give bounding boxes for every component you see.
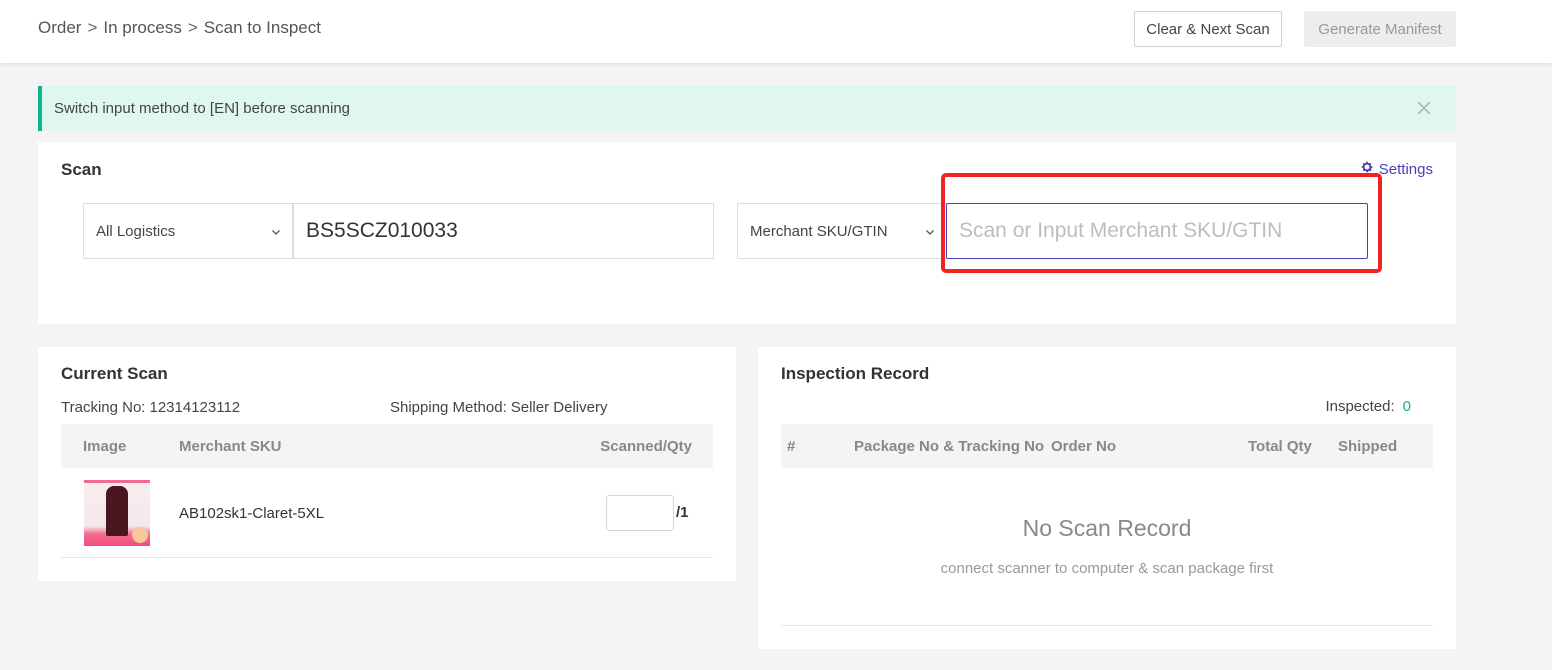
sku-type-select-value: Merchant SKU/GTIN xyxy=(750,222,888,240)
tracking-value: 12314123112 xyxy=(149,399,241,416)
breadcrumb-order[interactable]: Order xyxy=(38,18,81,38)
shipping-value: Seller Delivery xyxy=(510,399,608,416)
breadcrumb: Order > In process > Scan to Inspect xyxy=(38,18,321,38)
scan-card: Scan Settings All Logistics Merchant SKU… xyxy=(38,142,1456,324)
input-method-alert: Switch input method to [EN] before scann… xyxy=(38,86,1456,131)
inspected-counter: Inspected: 0 xyxy=(1325,398,1411,415)
column-index: # xyxy=(787,438,796,455)
close-icon[interactable] xyxy=(1414,98,1434,118)
breadcrumb-scan-to-inspect: Scan to Inspect xyxy=(203,18,321,37)
merchant-sku-input[interactable] xyxy=(946,203,1368,259)
inspection-record-title: Inspection Record xyxy=(781,364,930,383)
sku-type-select[interactable]: Merchant SKU/GTIN xyxy=(737,203,947,259)
column-image: Image xyxy=(83,438,127,455)
current-scan-table-header: Image Merchant SKU Scanned/Qty xyxy=(61,424,713,468)
empty-state-subtitle: connect scanner to computer & scan packa… xyxy=(940,560,1274,577)
tracking-number-input[interactable] xyxy=(293,203,714,259)
current-scan-card: Current Scan Tracking No: 12314123112 Shi… xyxy=(38,347,736,581)
row-total-qty: /1 xyxy=(676,504,689,521)
logistics-select-value: All Logistics xyxy=(96,222,176,240)
column-scanned-qty: Scanned/Qty xyxy=(600,438,692,455)
shipping-label: Shipping Method: xyxy=(390,399,507,416)
breadcrumb-separator: > xyxy=(187,18,198,37)
settings-label: Settings xyxy=(1378,160,1433,178)
tracking-info: Tracking No: 12314123112 xyxy=(61,399,240,416)
alert-message: Switch input method to [EN] before scann… xyxy=(54,100,351,117)
column-merchant-sku: Merchant SKU xyxy=(179,438,282,455)
column-shipped: Shipped xyxy=(1338,438,1398,455)
column-total-qty: Total Qty xyxy=(1248,438,1312,455)
empty-state-title: No Scan Record xyxy=(1022,515,1192,541)
current-scan-title: Current Scan xyxy=(61,364,168,383)
product-thumbnail xyxy=(84,480,150,546)
scan-title: Scan xyxy=(61,160,102,179)
chevron-down-icon xyxy=(270,225,282,237)
breadcrumb-in-process[interactable]: In process xyxy=(103,18,181,38)
inspection-table-header: # Package No & Tracking No Order No Tota… xyxy=(781,424,1433,468)
table-row: AB102sk1-Claret-5XL /1 xyxy=(61,468,713,558)
shipping-info: Shipping Method: Seller Delivery xyxy=(390,399,607,416)
column-order-no: Order No xyxy=(1051,438,1117,455)
tracking-label: Tracking No: xyxy=(61,399,146,416)
scanned-quantity-input[interactable] xyxy=(606,495,674,531)
inspected-count: 0 xyxy=(1402,398,1411,415)
row-merchant-sku: AB102sk1-Claret-5XL xyxy=(179,505,325,522)
top-bar: Order > In process > Scan to Inspect Cle… xyxy=(0,0,1552,63)
column-package-tracking: Package No & Tracking No xyxy=(854,438,1045,455)
inspection-record-card: Inspection Record Inspected: 0 # Package … xyxy=(758,347,1456,649)
divider xyxy=(781,625,1433,626)
breadcrumb-separator: > xyxy=(87,18,98,37)
settings-link[interactable]: Settings xyxy=(1360,160,1433,178)
logistics-select[interactable]: All Logistics xyxy=(83,203,293,259)
chevron-down-icon xyxy=(924,225,936,237)
generate-manifest-button[interactable]: Generate Manifest xyxy=(1304,11,1456,47)
gear-icon xyxy=(1360,160,1374,178)
clear-next-scan-button[interactable]: Clear & Next Scan xyxy=(1134,11,1282,47)
inspected-label: Inspected: xyxy=(1325,398,1395,415)
